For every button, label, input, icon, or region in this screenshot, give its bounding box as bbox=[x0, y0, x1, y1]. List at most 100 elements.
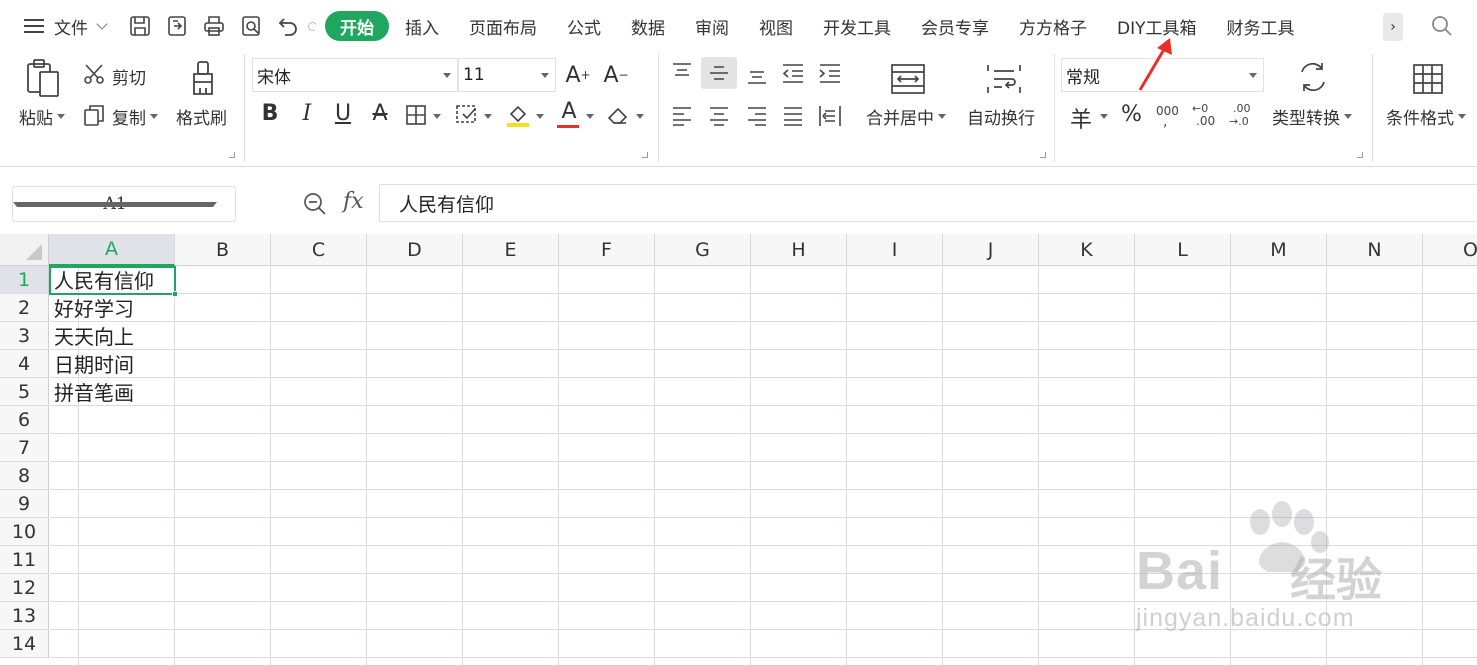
paste-icon[interactable] bbox=[24, 58, 62, 98]
merge-center-button[interactable]: 合并居中 bbox=[866, 104, 946, 129]
cut-button[interactable]: 剪切 bbox=[112, 64, 146, 89]
type-convert-button[interactable]: 类型转换 bbox=[1272, 104, 1352, 129]
column-header-O[interactable]: O bbox=[1423, 234, 1477, 266]
row-header-9[interactable]: 9 bbox=[0, 490, 49, 518]
save-icon[interactable] bbox=[128, 13, 152, 39]
file-menu-button[interactable]: 文件 bbox=[0, 14, 108, 39]
column-header-K[interactable]: K bbox=[1039, 234, 1135, 266]
align-middle-button[interactable] bbox=[701, 57, 737, 89]
row-header-5[interactable]: 5 bbox=[0, 378, 49, 406]
thousands-separator-icon[interactable]: 000, bbox=[1155, 102, 1183, 128]
tab-member[interactable]: 会员专享 bbox=[921, 14, 989, 39]
justify-icon[interactable] bbox=[781, 105, 805, 127]
clipboard-dialog-launcher[interactable] bbox=[229, 152, 235, 158]
fill-handle[interactable] bbox=[172, 291, 178, 297]
increase-font-size-icon[interactable]: A + bbox=[564, 60, 592, 90]
decrease-decimal-icon[interactable]: .00→.0 bbox=[1229, 100, 1257, 128]
row-header-12[interactable]: 12 bbox=[0, 574, 49, 602]
currency-icon[interactable]: 羊 bbox=[1070, 102, 1092, 134]
column-header-M[interactable]: M bbox=[1231, 234, 1327, 266]
tab-formulas[interactable]: 公式 bbox=[567, 14, 601, 39]
wrap-text-button[interactable]: 自动换行 bbox=[967, 104, 1035, 129]
eraser-icon[interactable] bbox=[606, 104, 630, 126]
fill-color-icon[interactable] bbox=[505, 102, 531, 128]
row-header-11[interactable]: 11 bbox=[0, 546, 49, 574]
font-color-icon[interactable]: A bbox=[555, 96, 583, 126]
column-header-I[interactable]: I bbox=[847, 234, 943, 266]
row-header-3[interactable]: 3 bbox=[0, 322, 49, 350]
column-header-G[interactable]: G bbox=[655, 234, 751, 266]
increase-indent-icon[interactable] bbox=[817, 62, 843, 84]
tab-data[interactable]: 数据 bbox=[631, 14, 665, 39]
column-header-J[interactable]: J bbox=[943, 234, 1039, 266]
undo-icon[interactable] bbox=[276, 13, 300, 39]
formula-input[interactable]: 人民有信仰 bbox=[379, 184, 1477, 222]
tab-home[interactable]: 开始 bbox=[325, 11, 389, 41]
row-header-6[interactable]: 6 bbox=[0, 406, 49, 434]
align-right-icon[interactable] bbox=[745, 105, 769, 127]
tab-page-layout[interactable]: 页面布局 bbox=[469, 14, 537, 39]
column-header-L[interactable]: L bbox=[1135, 234, 1231, 266]
column-header-F[interactable]: F bbox=[559, 234, 655, 266]
decrease-font-size-icon[interactable]: A − bbox=[602, 60, 630, 90]
format-painter-button[interactable]: 格式刷 bbox=[176, 104, 227, 129]
column-header-C[interactable]: C bbox=[271, 234, 367, 266]
print-icon[interactable] bbox=[202, 13, 226, 39]
copy-button[interactable]: 复制 bbox=[112, 104, 158, 129]
decrease-indent-icon[interactable] bbox=[780, 62, 806, 84]
name-box[interactable]: A1 bbox=[12, 186, 236, 222]
column-header-N[interactable]: N bbox=[1327, 234, 1423, 266]
tab-developer[interactable]: 开发工具 bbox=[823, 14, 891, 39]
strikethrough-icon[interactable]: A bbox=[366, 98, 394, 128]
font-size-select[interactable]: 11 bbox=[458, 58, 556, 92]
cell-A2[interactable]: 好好学习 bbox=[54, 295, 134, 323]
number-dialog-launcher[interactable] bbox=[1357, 152, 1363, 158]
row-header-13[interactable]: 13 bbox=[0, 602, 49, 630]
paste-button[interactable]: 粘贴 bbox=[19, 104, 65, 129]
column-header-H[interactable]: H bbox=[751, 234, 847, 266]
column-header-A[interactable]: A bbox=[49, 234, 175, 266]
cell-A4[interactable]: 日期时间 bbox=[54, 351, 134, 379]
percent-icon[interactable]: % bbox=[1121, 102, 1142, 127]
borders-icon[interactable] bbox=[405, 104, 427, 126]
search-icon[interactable] bbox=[1430, 14, 1454, 38]
font-dialog-launcher[interactable] bbox=[642, 152, 648, 158]
export-icon[interactable] bbox=[165, 13, 189, 39]
zoom-formula-icon[interactable] bbox=[302, 191, 328, 217]
print-preview-icon[interactable] bbox=[239, 13, 263, 39]
align-left-icon[interactable] bbox=[670, 105, 694, 127]
tab-review[interactable]: 审阅 bbox=[695, 14, 729, 39]
bold-icon[interactable]: B bbox=[256, 98, 284, 128]
row-header-7[interactable]: 7 bbox=[0, 434, 49, 462]
row-header-1[interactable]: 1 bbox=[0, 266, 49, 294]
fx-icon[interactable]: fx bbox=[343, 189, 364, 214]
cell-A3[interactable]: 天天向上 bbox=[54, 323, 134, 351]
cell-A5[interactable]: 拼音笔画 bbox=[54, 379, 134, 407]
conditional-format-button[interactable]: 条件格式 bbox=[1386, 104, 1466, 129]
tab-finance-tools[interactable]: 财务工具 bbox=[1227, 14, 1295, 39]
select-all-button[interactable] bbox=[0, 234, 49, 266]
alignment-dialog-launcher[interactable] bbox=[1040, 152, 1046, 158]
redo-icon[interactable] bbox=[306, 13, 318, 39]
column-header-E[interactable]: E bbox=[463, 234, 559, 266]
tab-fangfang[interactable]: 方方格子 bbox=[1019, 14, 1087, 39]
tab-insert[interactable]: 插入 bbox=[405, 14, 439, 39]
row-header-4[interactable]: 4 bbox=[0, 350, 49, 378]
row-header-10[interactable]: 10 bbox=[0, 518, 49, 546]
row-header-2[interactable]: 2 bbox=[0, 294, 49, 322]
tab-diy-toolbox[interactable]: DIY工具箱 bbox=[1117, 14, 1197, 39]
column-header-B[interactable]: B bbox=[175, 234, 271, 266]
row-header-14[interactable]: 14 bbox=[0, 630, 49, 658]
row-header-8[interactable]: 8 bbox=[0, 462, 49, 490]
align-bottom-icon[interactable] bbox=[745, 66, 769, 86]
align-top-icon[interactable] bbox=[670, 62, 694, 82]
column-header-D[interactable]: D bbox=[367, 234, 463, 266]
increase-decimal-icon[interactable]: ←0.00 bbox=[1192, 100, 1220, 128]
distributed-icon[interactable] bbox=[817, 104, 843, 128]
italic-icon[interactable]: I bbox=[293, 98, 321, 128]
tab-view[interactable]: 视图 bbox=[759, 14, 793, 39]
font-name-select[interactable]: 宋体 bbox=[252, 58, 458, 92]
align-center-icon[interactable] bbox=[707, 105, 731, 127]
underline-icon[interactable]: U bbox=[329, 98, 357, 128]
fill-pattern-icon[interactable] bbox=[455, 104, 479, 126]
